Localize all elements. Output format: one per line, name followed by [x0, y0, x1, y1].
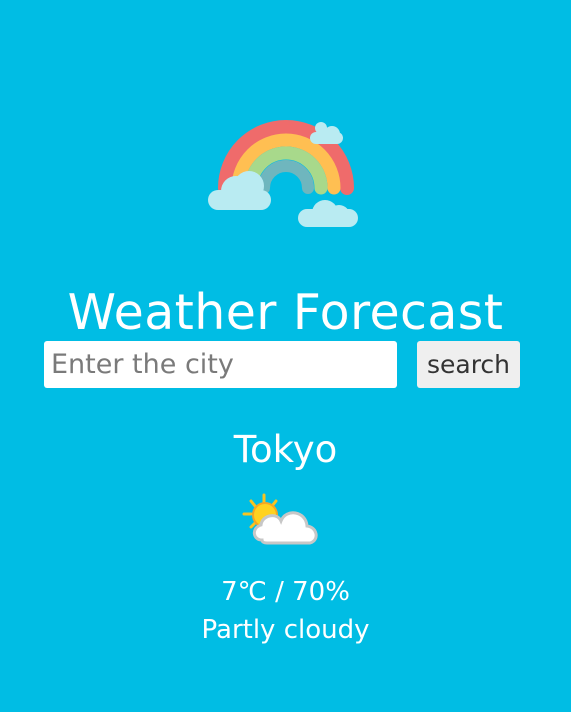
temperature-humidity: 7℃ / 70% [0, 574, 571, 610]
partly-cloudy-icon [242, 493, 318, 545]
humidity-value: 70% [292, 577, 350, 607]
search-button[interactable]: search [417, 341, 520, 388]
rainbow-cloud-icon [208, 120, 358, 227]
weather-description: Partly cloudy [201, 615, 370, 645]
city-search-input[interactable] [44, 341, 397, 388]
page-title: Weather Forecast [67, 283, 504, 341]
weather-app: Weather Forecast search Tokyo 7℃ / 70% P… [0, 0, 571, 712]
temperature-value: 7℃ [221, 577, 267, 607]
city-name: Tokyo [233, 428, 338, 471]
separator-text: / [266, 577, 293, 607]
